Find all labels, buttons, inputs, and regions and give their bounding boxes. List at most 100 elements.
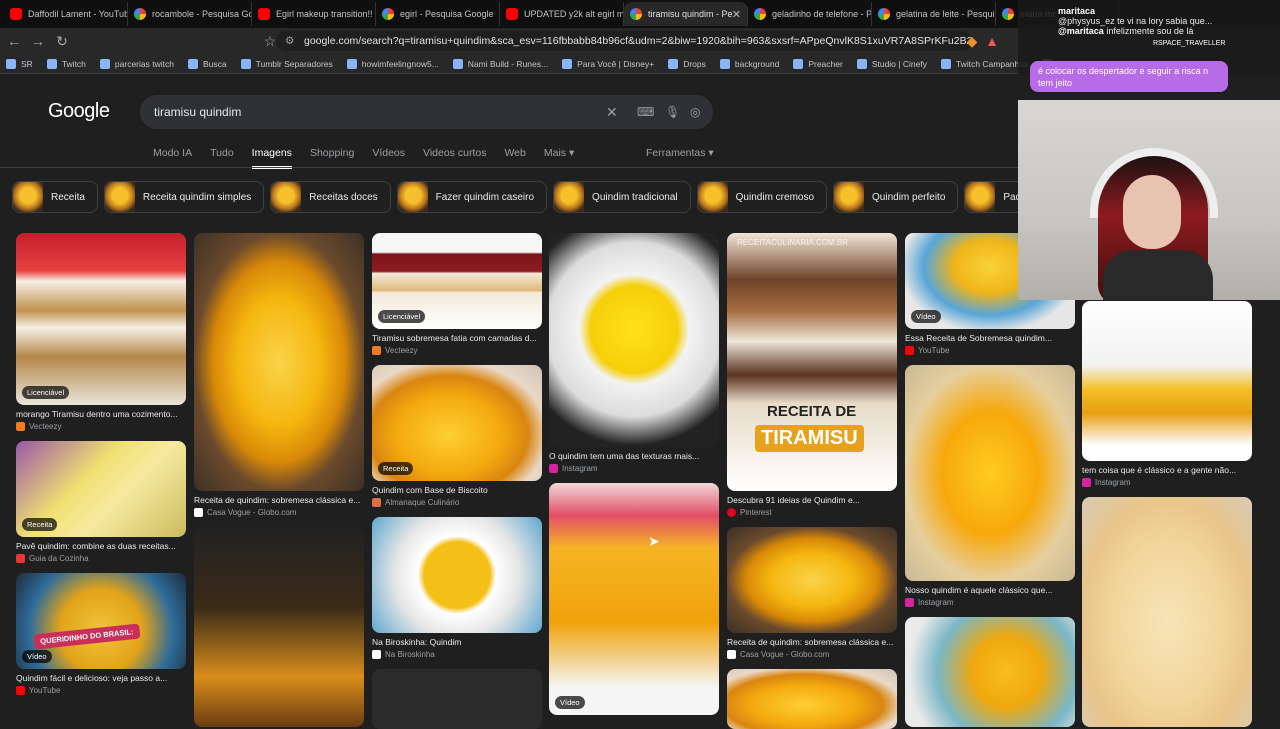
site-info-icon[interactable]: ⚙ xyxy=(285,31,294,51)
microphone-icon[interactable]: 🎙 xyxy=(665,95,680,129)
result-caption[interactable]: Essa Receita de Sobremesa quindim... xyxy=(905,333,1075,343)
related-chip[interactable]: Fazer quindim caseiro xyxy=(396,181,548,213)
result-card[interactable]: O quindim tem uma das texturas mais... I… xyxy=(549,233,719,473)
result-card[interactable]: Receita de quindim: sobremesa clássica e… xyxy=(194,233,364,517)
result-caption[interactable]: Quindim com Base de Biscoito xyxy=(372,485,542,495)
result-card[interactable]: Receita Quindim com Base de Biscoito Alm… xyxy=(372,365,542,507)
result-image[interactable]: Licenciável xyxy=(372,233,542,329)
bookmark-item[interactable]: Preacher xyxy=(793,58,843,69)
result-image[interactable] xyxy=(1082,497,1252,727)
bookmark-item[interactable]: howimfeelingnow5... xyxy=(346,58,439,69)
result-caption[interactable]: Quindim fácil e delicioso: veja passo a.… xyxy=(16,673,186,683)
result-image[interactable]: QUERIDINHO DO BRASIL: Vídeo xyxy=(16,573,186,669)
result-source[interactable]: Casa Vogue - Globo.com xyxy=(194,508,364,517)
result-source[interactable]: Instagram xyxy=(549,464,719,473)
search-tab[interactable]: Shopping xyxy=(310,147,354,169)
close-tab-icon[interactable]: ✕ xyxy=(732,8,741,21)
result-card[interactable]: QUERIDINHO DO BRASIL: Vídeo Quindim fáci… xyxy=(16,573,186,695)
result-card[interactable]: Licenciável morango Tiramisu dentro uma … xyxy=(16,233,186,431)
result-image[interactable]: Vídeo xyxy=(549,483,719,715)
result-card[interactable]: Na Biroskinha: Quindim Na Biroskinha xyxy=(372,517,542,659)
result-card[interactable]: Licenciável Tiramisu sobremesa fatia com… xyxy=(372,233,542,355)
result-card[interactable] xyxy=(727,669,897,729)
result-caption[interactable]: morango Tiramisu dentro uma cozimento... xyxy=(16,409,186,419)
result-source[interactable]: Instagram xyxy=(1082,478,1252,487)
bookmark-item[interactable]: Studio | Cinefy xyxy=(856,58,927,69)
result-card[interactable] xyxy=(372,669,542,729)
related-chip[interactable]: Receita quindim simples xyxy=(103,181,265,213)
result-source[interactable]: Na Biroskinha xyxy=(372,650,542,659)
lens-icon[interactable]: ◎ xyxy=(690,95,700,129)
result-image[interactable] xyxy=(727,669,897,729)
result-image[interactable]: Receita xyxy=(372,365,542,481)
result-card[interactable] xyxy=(905,617,1075,727)
result-card[interactable] xyxy=(1082,497,1252,727)
bookmark-item[interactable]: Para Você | Disney+ xyxy=(562,58,654,69)
result-caption[interactable]: Pavê quindim: combine as duas receitas..… xyxy=(16,541,186,551)
result-image[interactable] xyxy=(1082,301,1252,461)
reload-icon[interactable]: ↻ xyxy=(52,33,72,50)
result-source[interactable]: Casa Vogue - Globo.com xyxy=(727,650,897,659)
browser-tab[interactable]: rocambole - Pesquisa Google xyxy=(128,2,252,26)
result-image[interactable] xyxy=(905,365,1075,581)
search-tab[interactable]: Web xyxy=(504,147,525,169)
result-card[interactable]: Receita Pavê quindim: combine as duas re… xyxy=(16,441,186,563)
result-caption[interactable]: Receita de quindim: sobremesa clássica e… xyxy=(194,495,364,505)
search-tab[interactable]: Videos curtos xyxy=(423,147,486,169)
result-caption[interactable]: O quindim tem uma das texturas mais... xyxy=(549,451,719,461)
result-source[interactable]: Pinterest xyxy=(727,508,897,517)
forward-icon[interactable]: → xyxy=(28,33,48,49)
search-tab[interactable]: Mais ▾ xyxy=(544,147,574,169)
bookmark-item[interactable]: Twitch Campanhas xyxy=(940,58,1028,69)
browser-tab[interactable]: geladinho de telefone - P xyxy=(748,2,872,26)
search-tab[interactable]: Modo IA xyxy=(153,147,192,169)
result-source[interactable]: Almanaque Culinário xyxy=(372,498,542,507)
result-image[interactable]: Receita xyxy=(16,441,186,537)
clear-icon[interactable]: ✕ xyxy=(606,95,618,129)
result-image[interactable]: RECEITACULINARIA.COM.BR RECEITA DE TIRAM… xyxy=(727,233,897,491)
bookmark-item[interactable]: Twitch xyxy=(46,58,86,69)
result-source[interactable]: YouTube xyxy=(905,346,1075,355)
result-caption[interactable]: Descubra 91 ideias de Quindim e... xyxy=(727,495,897,505)
result-image[interactable] xyxy=(727,527,897,633)
google-logo[interactable]: Google xyxy=(48,100,110,123)
result-image[interactable] xyxy=(194,527,364,727)
result-caption[interactable]: Receita de quindim: sobremesa clássica e… xyxy=(727,637,897,647)
browser-tab[interactable]: tiramisu quindim - Pe ✕ xyxy=(624,2,748,26)
result-card[interactable]: Nosso quindim é aquele clássico que... I… xyxy=(905,365,1075,607)
result-image[interactable] xyxy=(194,233,364,491)
result-card[interactable]: tem coisa que é clássico e a gente não..… xyxy=(1082,301,1252,487)
result-source[interactable]: Vecteezy xyxy=(16,422,186,431)
address-bar[interactable]: ⚙ google.com/search?q=tiramisu+quindim&s… xyxy=(276,31,972,51)
result-source[interactable]: Guia da Cozinha xyxy=(16,554,186,563)
browser-tab[interactable]: gelatina de leite - Pesquis xyxy=(872,2,996,26)
result-card[interactable]: RECEITACULINARIA.COM.BR RECEITA DE TIRAM… xyxy=(727,233,897,517)
result-image[interactable] xyxy=(372,669,542,729)
bookmark-item[interactable]: parcerias twitch xyxy=(99,58,174,69)
result-card[interactable] xyxy=(194,527,364,727)
bookmark-item[interactable]: Tumblr Separadores xyxy=(240,58,333,69)
bookmark-item[interactable]: Drops xyxy=(668,58,706,69)
result-source[interactable]: Instagram xyxy=(905,598,1075,607)
result-card[interactable]: Vídeo xyxy=(549,483,719,715)
result-caption[interactable]: Na Biroskinha: Quindim xyxy=(372,637,542,647)
result-image[interactable] xyxy=(372,517,542,633)
result-source[interactable]: YouTube xyxy=(16,686,186,695)
tools-button[interactable]: Ferramentas ▾ xyxy=(646,147,714,159)
browser-tab[interactable]: Egirl makeup transition!! xyxy=(252,2,376,26)
search-tab[interactable]: Imagens xyxy=(251,147,292,169)
related-chip[interactable]: Receitas doces xyxy=(270,181,391,213)
bookmark-item[interactable]: background xyxy=(719,58,779,69)
related-chip[interactable]: Quindim cremoso xyxy=(696,181,828,213)
bookmark-item[interactable]: Nami Build - Runes... xyxy=(452,58,548,69)
related-chip[interactable]: Quindim perfeito xyxy=(833,181,959,213)
related-chip[interactable]: Quindim tradicional xyxy=(553,181,691,213)
browser-tab[interactable]: UPDATED y2k alt egirl m xyxy=(500,2,624,26)
search-tab[interactable]: Tudo xyxy=(210,147,234,169)
result-image[interactable]: Licenciável xyxy=(16,233,186,405)
result-image[interactable] xyxy=(549,233,719,447)
back-icon[interactable]: ← xyxy=(4,33,24,49)
result-card[interactable]: Receita de quindim: sobremesa clássica e… xyxy=(727,527,897,659)
browser-tab[interactable]: Daffodil Lament - YouTube xyxy=(4,2,128,26)
extension-icon-2[interactable]: ▲ xyxy=(982,33,1002,49)
